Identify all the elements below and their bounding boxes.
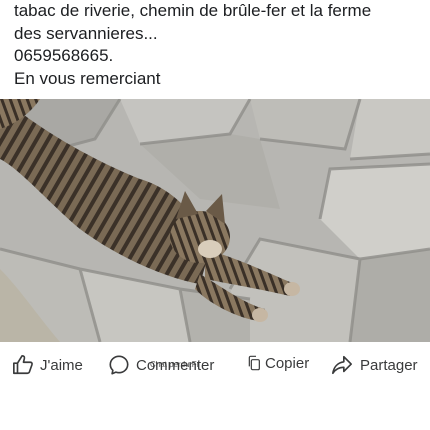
post-text: tabac de riverie, chemin de brûle-fer et… — [14, 0, 424, 90]
share-icon — [332, 355, 352, 375]
post-line: tabac de riverie, chemin de brûle-fer et… — [14, 1, 372, 20]
cat-photo-image — [0, 99, 430, 342]
copy-icon — [248, 355, 260, 371]
post-action-bar: J'aime Commenter Chat perdu.Fr Copier Pa… — [0, 342, 430, 392]
copy-label: Copier — [265, 354, 310, 372]
like-button[interactable]: J'aime — [12, 354, 83, 376]
like-label: J'aime — [40, 356, 83, 374]
share-button[interactable]: Partager — [330, 354, 418, 376]
comment-icon — [109, 355, 129, 375]
post-line: des servannieres... — [14, 23, 158, 43]
post-line: En vous remerciant — [14, 68, 161, 88]
watermark-text: Chat perdu.Fr — [150, 360, 200, 369]
share-label: Partager — [360, 356, 418, 374]
post-photo[interactable] — [0, 99, 430, 342]
post-line: 0659568665. — [14, 46, 114, 65]
copy-button[interactable]: Copier — [246, 354, 309, 372]
thumbs-up-icon — [13, 355, 33, 375]
